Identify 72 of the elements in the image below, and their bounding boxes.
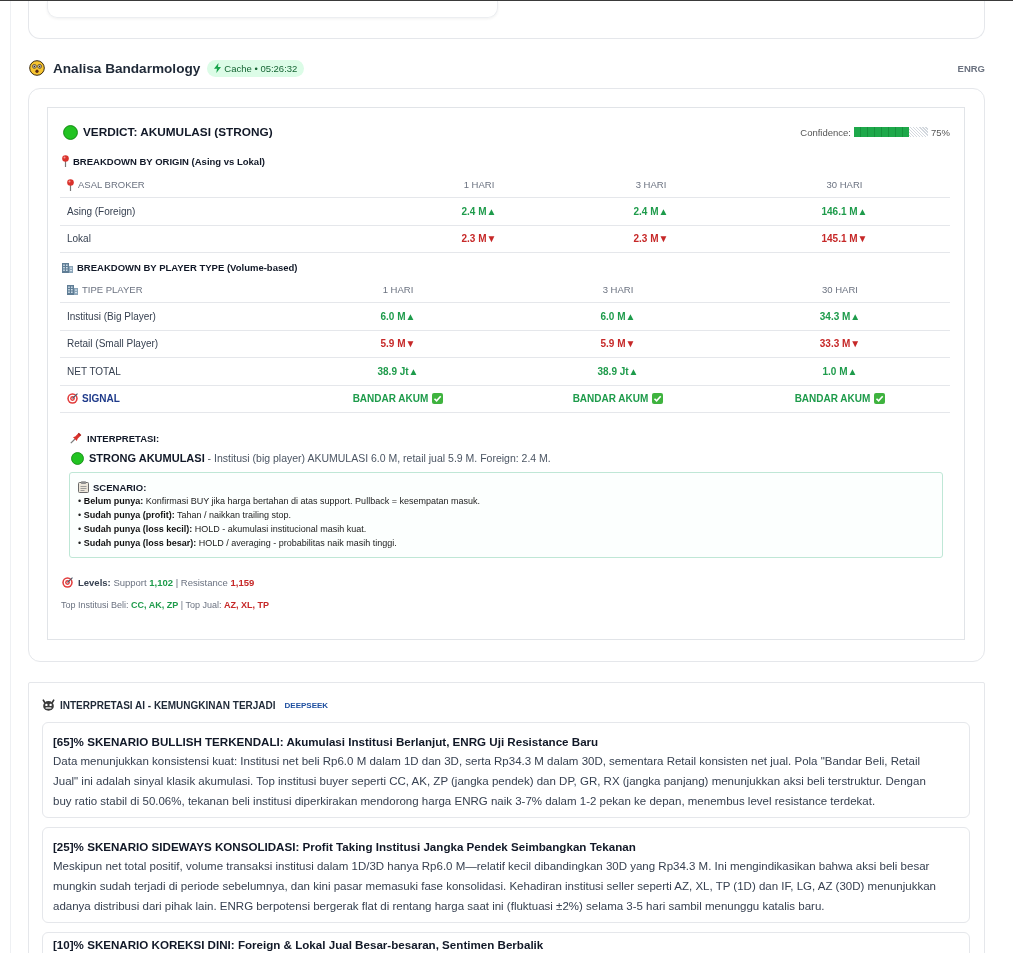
- ogre-face-icon: [42, 699, 55, 711]
- column-header: 1 HARI: [382, 284, 414, 295]
- table-cell: 34.3 M▲: [819, 310, 861, 322]
- row-label: Lokal: [67, 233, 91, 245]
- table-cell: 1.0 M▲: [822, 365, 858, 377]
- target-icon: [62, 576, 73, 588]
- clipboard-icon: [78, 481, 89, 493]
- pin-icon: [67, 178, 74, 191]
- source-tag: DEEPSEEK: [284, 700, 329, 710]
- verdict-title: VERDICT: AKUMULASI (STRONG): [83, 125, 273, 139]
- confidence-label: Confidence:: [800, 126, 851, 138]
- table-cell: 146.1 M▲: [821, 205, 868, 217]
- row-label: NET TOTAL: [67, 365, 121, 377]
- table-cell: 2.3 M▼: [633, 233, 669, 245]
- column-header: 3 HARI: [635, 179, 667, 190]
- column-header: ASAL BROKER: [78, 179, 145, 190]
- scenario-item: • Sudah punya (loss kecil): HOLD - akumulasi institucional masih kuat.: [78, 523, 367, 536]
- table-cell: 2.4 M▲: [633, 205, 669, 217]
- table-cell: 6.0 M▲: [380, 310, 416, 322]
- table-cell: 5.9 M▼: [600, 338, 636, 350]
- table-cell: 33.3 M▼: [819, 338, 861, 350]
- levels-text: Levels: Support 1,102 | Resistance 1,159: [78, 576, 255, 588]
- ticker-label: ENRG: [957, 62, 985, 74]
- row-label: Asing (Foreign): [67, 205, 136, 217]
- scenario-text: Data menunjukkan konsistensi kuat: Institusi net beli Rp6.0 M dalam 1D dan 3D, serta Rp34.3 M dalam 30D, sementara Retail konsisten net jual. Pola "Bandar Beli, Retail Jual" ini adalah sinyal klasik akumulasi. Top institusi buyer seperti CC, AK, ZP (jangka pendek) dan DP, GR, RX (jangka panjang) menunjukkan aksi beli terstruktur. Dengan buy ratio stabil di 50.06%, tekanan beli institusi diperkirakan mendorong harga ENRG naik 3-7% dalam 1-2 pekan ke depan, menembus level resistance terdekat.: [53, 754, 927, 809]
- confidence-value: 75%: [931, 126, 950, 138]
- pushpin-icon: [70, 432, 82, 444]
- scenario-heading: [65]% SKENARIO BULLISH TERKENDALI: Akumulasi Institusi Berlanjut, ENRG Uji Resistance Baru: [53, 734, 600, 750]
- section-title: INTERPRETASI:: [87, 432, 160, 444]
- signal-value: BANDAR AKUM: [352, 393, 429, 405]
- cache-text: Cache • 05:26:32: [224, 62, 298, 74]
- table-cell: 5.9 M▼: [380, 338, 416, 350]
- table-cell: 145.1 M▼: [821, 233, 868, 245]
- status-dot-icon: [63, 124, 78, 140]
- check-icon: [874, 393, 886, 405]
- row-label: Institusi (Big Player): [67, 310, 156, 322]
- check-icon: [652, 393, 664, 405]
- column-header: 3 HARI: [602, 284, 634, 295]
- scenario-heading: [10]% SKENARIO KOREKSI DINI: Foreign & Lokal Jual Besar-besaran, Sentimen Berbalik: [53, 937, 545, 952]
- row-label: Retail (Small Player): [67, 338, 159, 350]
- pin-icon: [62, 155, 69, 167]
- table-cell: 38.9 Jt▲: [377, 365, 419, 377]
- top-brokers-text: Top Institusi Beli: CC, AK, ZP | Top Jual: AZ, XL, TP: [61, 599, 269, 612]
- status-dot-icon: [71, 451, 84, 465]
- scenario-heading: [25]% SKENARIO SIDEWAYS KONSOLIDASI: Profit Taking Institusi Jangka Pendek Seimbangkan Tekanan: [53, 839, 637, 855]
- section-title: BREAKDOWN BY ORIGIN (Asing vs Lokal): [73, 155, 265, 167]
- target-icon: [67, 393, 78, 405]
- scenario-item: • Belum punya: Konfirmasi BUY jika harga bertahan di atas support. Pullback = kesempatan masuk.: [78, 495, 480, 508]
- table-cell: 38.9 Jt▲: [597, 365, 639, 377]
- signal-value: BANDAR AKUM: [794, 393, 871, 405]
- column-header: 30 HARI: [826, 179, 863, 190]
- section-title: INTERPRETASI AI - KEMUNGKINAN TERJADI: [60, 699, 276, 711]
- table-cell: 6.0 M▲: [600, 310, 636, 322]
- check-icon: [432, 393, 444, 405]
- summary-text: STRONG AKUMULASI - Institusi (big player) AKUMULASI 6.0 M, retail jual 5.9 M. Foreign: 2.4 M.: [89, 452, 551, 464]
- scenario-item: • Sudah punya (profit): Tahan / naikkan trailing stop.: [78, 509, 292, 522]
- scenario-title: SCENARIO:: [93, 481, 147, 493]
- column-header: TIPE PLAYER: [82, 284, 143, 295]
- surprised-face-icon: [29, 60, 45, 76]
- column-header: 1 HARI: [463, 179, 495, 190]
- table-cell: 2.3 M▼: [461, 233, 497, 245]
- scenario-text: Meskipun net total positif, volume transaksi institusi dalam 1D/3D hanya Rp6.0 M—relatif kecil dibandingkan 30D yang Rp34.3 M. Ini mengindikasikan bahwa aksi beli besar mungkin sudah terjadi di periode sebelumnya, dan kini pasar memasuki fase konsolidasi. Kehadiran institusi seller seperti AZ, XL, TP (1D) dan IF, LG, AZ (30D) menunjukkan adanya distribusi dari pihak lain. ENRG berpotensi bergerak flat di rentang harga saat ini (fluktuasi ±2%) selama 3-5 hari sambil menunggu katalis baru.: [53, 859, 937, 914]
- scenario-item: • Sudah punya (loss besar): HOLD / averaging - probabilitas naik masih tinggi.: [78, 537, 397, 550]
- column-header: 30 HARI: [822, 284, 858, 295]
- signal-value: BANDAR AKUM: [572, 393, 649, 405]
- table-cell: 2.4 M▲: [461, 205, 497, 217]
- building-icon: [67, 284, 78, 295]
- lightning-icon: [214, 63, 222, 73]
- building-icon: [62, 261, 73, 273]
- section-title: Analisa Bandarmology: [53, 60, 201, 76]
- section-title: BREAKDOWN BY PLAYER TYPE (Volume-based): [77, 261, 298, 273]
- signal-label: SIGNAL: [82, 393, 120, 405]
